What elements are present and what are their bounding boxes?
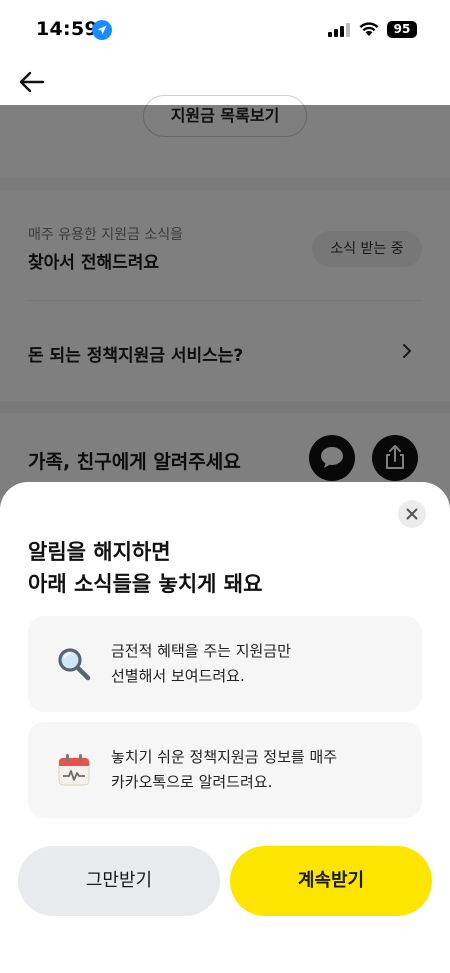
back-arrow-icon[interactable]: [18, 68, 46, 96]
stop-receiving-button[interactable]: 그만받기: [18, 846, 220, 916]
close-icon: [406, 508, 418, 520]
info-card-text: 놓치기 쉬운 정책지원금 정보를 매주 카카오톡으로 알려드려요.: [111, 745, 337, 795]
location-arrow-icon: [92, 20, 112, 40]
info-card-line2: 선별해서 보여드려요.: [111, 667, 245, 685]
signal-icon: [328, 23, 350, 37]
sheet-title-line1: 알림을 해지하면: [28, 540, 171, 564]
info-card-line1: 금전적 혜택을 주는 지원금만: [111, 642, 291, 660]
unsubscribe-bottom-sheet: 알림을 해지하면 아래 소식들을 놓치게 돼요 금전적 혜택을 주는 지원금만 …: [0, 482, 450, 973]
sheet-title: 알림을 해지하면 아래 소식들을 놓치게 돼요: [28, 536, 262, 600]
continue-receiving-button[interactable]: 계속받기: [230, 846, 432, 916]
info-card: 놓치기 쉬운 정책지원금 정보를 매주 카카오톡으로 알려드려요.: [28, 722, 422, 818]
close-button[interactable]: [398, 500, 426, 528]
battery-icon: 95: [387, 21, 417, 38]
wifi-icon: [359, 22, 379, 36]
calendar-icon: [58, 754, 90, 786]
info-card-line1: 놓치기 쉬운 정책지원금 정보를 매주: [111, 748, 338, 766]
sheet-title-line2: 아래 소식들을 놓치게 돼요: [28, 572, 263, 596]
info-card-text: 금전적 혜택을 주는 지원금만 선별해서 보여드려요.: [111, 639, 291, 689]
status-time: 14:59: [36, 18, 98, 40]
info-card: 금전적 혜택을 주는 지원금만 선별해서 보여드려요.: [28, 616, 422, 712]
info-card-line2: 카카오톡으로 알려드려요.: [111, 773, 273, 791]
status-bar: 14:59 95: [0, 0, 450, 60]
magnifier-icon: [58, 648, 91, 681]
